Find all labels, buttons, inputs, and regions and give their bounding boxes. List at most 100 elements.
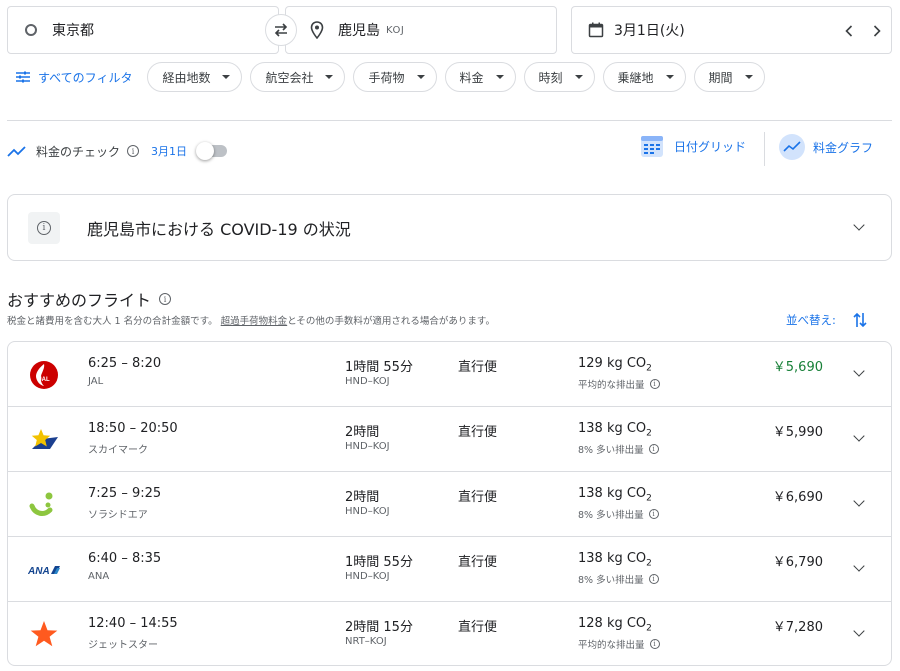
flights-list: JAL 6:25 – 8:20 JAL 1時間 55分 HND–KOJ 直行便 …: [7, 341, 892, 666]
swap-button[interactable]: [265, 14, 297, 46]
filter-chip-airlines[interactable]: 航空会社: [250, 62, 346, 92]
info-icon[interactable]: i: [127, 145, 140, 157]
filter-chip-bags[interactable]: 手荷物: [353, 62, 437, 92]
chip-label: 期間: [708, 70, 733, 85]
emission-label: 8% 多い排出量: [578, 575, 644, 586]
chip-label: 乗継地: [617, 70, 654, 85]
chevron-down-icon[interactable]: [853, 365, 865, 377]
flight-row[interactable]: 7:25 – 9:25 ソラシドエア 2時間 HND–KOJ 直行便 138 k…: [8, 472, 891, 537]
best-flights-subtitle: 税金と諸費用を含む大人 1 名分の合計金額です。 超過手荷物料金とその他の手数料…: [7, 313, 495, 327]
price-tracking-toggle[interactable]: [196, 142, 228, 160]
departure-date-field[interactable]: 3月1日(火): [571, 6, 892, 54]
flight-times: 7:25 – 9:25: [88, 486, 162, 501]
filter-chip-times[interactable]: 時刻: [523, 62, 595, 92]
flight-duration: 2時間 15分: [345, 620, 413, 635]
caret-down-icon: [574, 75, 583, 79]
covid-info-title: 鹿児島市における COVID-19 の状況: [87, 219, 351, 239]
jetstar-logo: [28, 619, 60, 651]
svg-text:JAL: JAL: [38, 377, 50, 383]
chip-label: 料金: [459, 70, 484, 85]
emission-level: 平均的な排出量 i: [578, 637, 660, 651]
filter-chip-price[interactable]: 料金: [444, 62, 516, 92]
airline-name: ANA: [88, 571, 110, 582]
subtitle-text: とその他の手数料が適用される場合があります。: [287, 316, 495, 327]
caret-down-icon: [495, 75, 504, 79]
departure-date-value: 3月1日(火): [614, 23, 685, 39]
destination-field[interactable]: 鹿児島 KOJ: [285, 6, 557, 54]
co2-value: 128 kg CO: [578, 616, 647, 631]
date-nav: [841, 19, 885, 43]
previous-date-button[interactable]: [841, 19, 857, 43]
info-icon[interactable]: i: [648, 574, 659, 584]
filter-chip-connecting-airports[interactable]: 乗継地: [602, 62, 686, 92]
chip-label: 航空会社: [265, 70, 314, 85]
divider: [7, 120, 892, 121]
flight-price: ￥5,990: [772, 425, 823, 440]
co2-subscript: 2: [646, 623, 652, 634]
flight-duration: 2時間: [345, 490, 380, 505]
info-icon[interactable]: i: [649, 639, 660, 649]
info-icon[interactable]: i: [159, 293, 172, 305]
info-icon[interactable]: i: [648, 509, 659, 519]
chevron-down-icon[interactable]: [853, 219, 865, 231]
co2-subscript: 2: [646, 558, 652, 569]
covid-info-card[interactable]: i 鹿児島市における COVID-19 の状況: [7, 194, 892, 261]
price-tracking-date: 3月1日: [151, 145, 188, 158]
emission-label: 平均的な排出量: [578, 640, 645, 651]
all-filters-button[interactable]: すべてのフィルタ: [7, 69, 132, 86]
emission-level: 8% 多い排出量 i: [578, 507, 659, 521]
co2-emissions: 138 kg CO2: [578, 421, 652, 439]
flight-stops: 直行便: [458, 360, 498, 375]
airline-name: スカイマーク: [88, 445, 148, 456]
caret-down-icon: [325, 75, 334, 79]
price-graph-icon: [779, 134, 805, 160]
airline-name: JAL: [88, 376, 104, 387]
chevron-down-icon[interactable]: [853, 625, 865, 637]
date-grid-button[interactable]: 日付グリッド: [640, 134, 746, 158]
flight-row[interactable]: 18:50 – 20:50 スカイマーク 2時間 HND–KOJ 直行便 138…: [8, 407, 891, 472]
flight-row[interactable]: JAL 6:25 – 8:20 JAL 1時間 55分 HND–KOJ 直行便 …: [8, 342, 891, 407]
location-pin-icon: [310, 21, 324, 39]
sort-icon[interactable]: [852, 311, 868, 329]
info-icon[interactable]: i: [648, 444, 659, 454]
caret-down-icon: [416, 75, 425, 79]
date-grid-icon: [641, 136, 663, 157]
co2-emissions: 138 kg CO2: [578, 551, 652, 569]
next-date-button[interactable]: [869, 19, 885, 43]
price-graph-button[interactable]: 料金グラフ: [779, 134, 873, 160]
flight-duration: 1時間 55分: [345, 555, 413, 570]
baggage-fees-link[interactable]: 超過手荷物料金: [221, 316, 288, 327]
sort-button[interactable]: 並べ替え:: [786, 312, 836, 328]
calendar-icon: [588, 22, 604, 38]
flight-row[interactable]: ANA 6:40 – 8:35 ANA 1時間 55分 HND–KOJ 直行便 …: [8, 537, 891, 602]
co2-emissions: 138 kg CO2: [578, 486, 652, 504]
flight-route: HND–KOJ: [345, 376, 390, 387]
origin-field[interactable]: 東京都: [7, 6, 279, 54]
co2-subscript: 2: [646, 428, 652, 439]
best-flights-heading: おすすめのフライト i: [7, 287, 172, 311]
co2-subscript: 2: [646, 493, 652, 504]
price-graph-label: 料金グラフ: [813, 140, 874, 155]
flight-times: 6:40 – 8:35: [88, 551, 162, 566]
jal-logo: JAL: [28, 359, 60, 391]
solaseed-logo: [28, 489, 60, 521]
caret-down-icon: [744, 75, 753, 79]
info-icon[interactable]: i: [649, 379, 660, 389]
filter-sliders-icon: [16, 71, 30, 83]
search-bar: 東京都 鹿児島 KOJ 3月1日(火): [7, 6, 892, 54]
flight-price: ￥7,280: [772, 620, 823, 635]
date-grid-label: 日付グリッド: [674, 139, 747, 154]
filter-chip-duration[interactable]: 期間: [693, 62, 765, 92]
price-tracking-label: 料金のチェック: [36, 144, 121, 159]
flight-duration: 2時間: [345, 425, 380, 440]
chevron-down-icon[interactable]: [853, 495, 865, 507]
toggle-knob: [196, 142, 215, 160]
subtitle-text: 税金と諸費用を含む大人 1 名分の合計金額です。: [7, 316, 218, 327]
filter-chip-stops[interactable]: 経由地数: [147, 62, 243, 92]
covid-info-icon-box: i: [28, 211, 60, 244]
chevron-down-icon[interactable]: [853, 560, 865, 572]
flight-route: HND–KOJ: [345, 506, 390, 517]
airline-name: ソラシドエア: [88, 510, 148, 521]
chevron-down-icon[interactable]: [853, 430, 865, 442]
flight-row[interactable]: 12:40 – 14:55 ジェットスター 2時間 15分 NRT–KOJ 直行…: [8, 602, 891, 665]
